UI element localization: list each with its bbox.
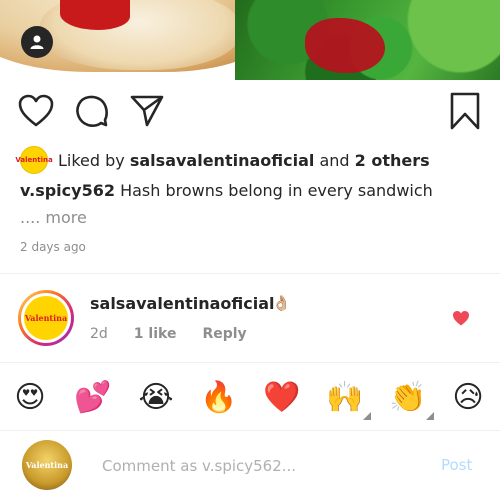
avatar-logo-text: Valentina [15,156,53,164]
emoji-raising-hands-button[interactable]: 🙌 [325,378,371,420]
avatar[interactable]: Valentina [22,440,72,490]
heart-filled-icon[interactable] [452,310,470,326]
comment-input[interactable] [100,454,404,478]
emoji-loudly-crying-button[interactable]: 😭 [136,378,176,418]
more-link[interactable]: .... more [20,208,87,227]
avatar-logo-text: Valentina [25,460,69,470]
emoji-red-heart-button[interactable]: ❤️ [262,378,302,418]
ok-hand-icon: 👌🏼 [272,294,291,312]
comment-composer: Valentina Post [0,432,500,500]
emoji-char: 👏 [389,380,427,415]
person-icon [30,35,44,49]
caption-user-link[interactable]: v.spicy562 [20,181,115,200]
liked-by-line: Valentina Liked by salsavalentinaoficial… [15,146,430,174]
liked-by-others-link[interactable]: 2 others [355,151,430,170]
post-button[interactable]: Post [441,456,472,474]
divider [0,430,500,431]
caption: v.spicy562 Hash browns belong in every s… [20,181,490,200]
avatar[interactable]: Valentina [15,146,53,174]
post-timestamp: 2 days ago [20,240,86,254]
avatar[interactable]: Valentina [18,290,74,346]
avatar-ring-gap: Valentina [21,293,71,343]
heart-outline-icon[interactable] [18,94,54,128]
comment-item: Valentina salsavalentinaoficial 👌🏼 2d 1 … [0,280,500,360]
post-photo[interactable] [0,0,500,80]
emoji-quick-bar: 😍 💕 😭 🔥 ❤️ 🙌 👏 😥 [0,370,500,425]
comment-meta: 2d 1 like Reply [90,326,247,342]
divider [0,273,500,274]
emoji-sad-relieved-button[interactable]: 😥 [448,378,488,418]
comment-likes-link[interactable]: 1 like [134,326,177,342]
avatar-logo-text: Valentina [24,313,68,323]
liked-by-user-link[interactable]: salsavalentinaoficial [130,151,315,170]
caption-text: Hash browns belong in every sandwich [120,181,433,200]
comment-time: 2d [90,326,108,342]
paper-plane-icon[interactable] [130,94,164,128]
comment-bubble-icon[interactable] [75,94,109,128]
user-tag-button[interactable] [21,26,53,58]
emoji-fire-button[interactable]: 🔥 [199,378,239,418]
emoji-clapping-hands-button[interactable]: 👏 [388,378,434,420]
emoji-two-hearts-button[interactable]: 💕 [73,378,113,418]
liked-by-prefix: Liked by [58,150,125,170]
emoji-heart-eyes-button[interactable]: 😍 [10,378,50,418]
skin-tone-indicator [363,412,371,420]
skin-tone-indicator [426,412,434,420]
reply-button[interactable]: Reply [202,326,246,342]
avatar-logo: Valentina [24,296,68,340]
action-bar [0,92,500,132]
emoji-char: 🙌 [326,380,364,415]
bookmark-icon[interactable] [450,92,480,130]
comment-user-link[interactable]: salsavalentinaoficial [90,294,275,313]
liked-by-suffix: and [319,150,350,170]
divider [0,362,500,363]
